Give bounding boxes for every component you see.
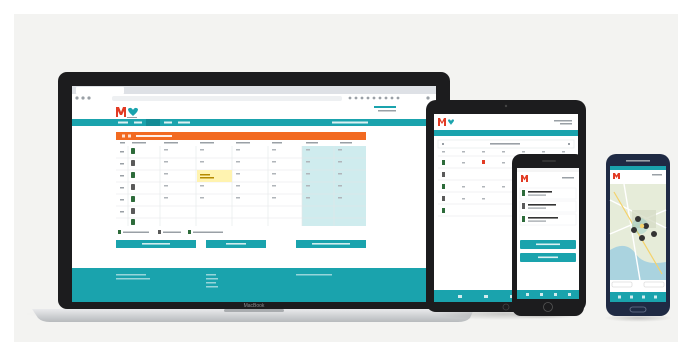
browser-tab[interactable]	[76, 87, 124, 94]
next-month-button[interactable]	[568, 143, 570, 145]
list-item[interactable]	[519, 200, 577, 213]
nav-item[interactable]	[118, 121, 128, 124]
tab-bar-icon[interactable]	[568, 293, 571, 296]
tablet-nav	[434, 130, 578, 136]
brand-label	[626, 160, 650, 162]
app-header	[72, 102, 436, 119]
prev-month-button[interactable]	[122, 134, 125, 138]
laptop: MacBook	[24, 72, 484, 322]
menu-icon[interactable]	[426, 96, 430, 100]
highlighted-day[interactable]	[197, 170, 232, 182]
header-link[interactable]	[374, 106, 396, 108]
nav-item[interactable]	[134, 121, 142, 124]
prev-month-button[interactable]	[442, 143, 444, 145]
back-icon[interactable]	[75, 96, 79, 100]
tab-bar-icon[interactable]	[618, 295, 621, 299]
reload-icon[interactable]	[87, 96, 91, 100]
android-phone	[604, 154, 672, 322]
laptop-brand-label: MacBook	[244, 303, 265, 309]
devices-illustration: MacBook	[24, 72, 672, 322]
tablet-header-link[interactable]	[554, 120, 572, 122]
calendar-month-title	[136, 135, 172, 137]
tab-bar-icon[interactable]	[642, 295, 645, 299]
tab-bar-icon[interactable]	[484, 295, 488, 298]
product-showcase: MacBook	[14, 14, 678, 342]
browser-tabstrip	[72, 86, 436, 94]
map-range-select[interactable]	[643, 281, 665, 288]
nav-account[interactable]	[332, 121, 368, 124]
next-month-button[interactable]	[128, 134, 131, 138]
list-item[interactable]	[519, 213, 577, 226]
map-filter-select[interactable]	[611, 281, 633, 288]
extension-icon[interactable]	[348, 96, 352, 100]
tab-bar-icon[interactable]	[458, 295, 462, 298]
laptop-notch	[224, 309, 284, 312]
tablet-camera	[504, 104, 508, 108]
address-bar[interactable]	[112, 96, 342, 101]
tab-bar-icon[interactable]	[630, 295, 633, 299]
pickup-list	[519, 187, 577, 226]
forward-icon[interactable]	[81, 96, 85, 100]
status-bar	[610, 166, 666, 170]
iphone	[510, 154, 584, 319]
nav-item-active[interactable]	[146, 119, 160, 126]
list-item[interactable]	[519, 187, 577, 200]
tab-bar-icon[interactable]	[540, 293, 543, 296]
nav-item[interactable]	[178, 121, 190, 124]
nav-item[interactable]	[164, 121, 172, 124]
tab-bar-icon[interactable]	[526, 293, 529, 296]
laptop-screen	[72, 86, 436, 302]
iphone-speaker	[542, 160, 556, 162]
status-bar	[517, 168, 579, 172]
tab-bar-icon[interactable]	[554, 293, 557, 296]
site-footer	[72, 268, 436, 302]
tab-bar-icon[interactable]	[654, 295, 657, 299]
iphone-screen	[517, 168, 579, 299]
map[interactable]	[609, 183, 667, 281]
